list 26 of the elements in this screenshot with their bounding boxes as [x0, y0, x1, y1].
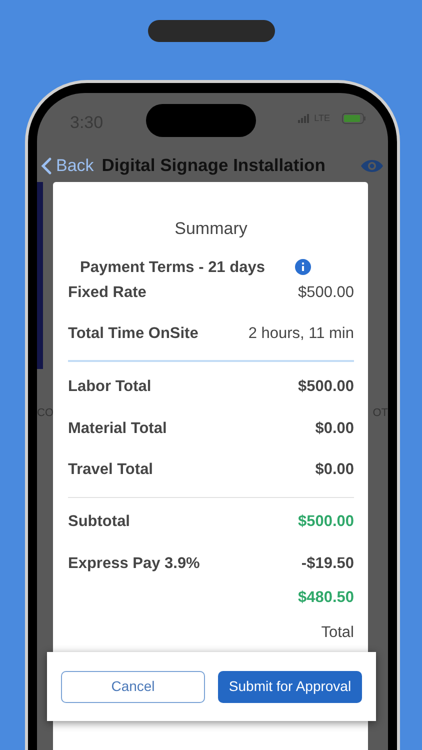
row-label: Express Pay 3.9%: [68, 554, 200, 574]
back-button[interactable]: Back: [41, 152, 94, 178]
chevron-left-icon: [41, 156, 52, 174]
payment-terms: Payment Terms - 21 days: [80, 258, 265, 278]
signal-icon: [298, 114, 310, 124]
screen-title: Digital Signage Installation: [102, 154, 326, 178]
net-label: Total: [321, 622, 354, 643]
row-value: -$19.50: [301, 554, 354, 574]
row-label: Total Time OnSite: [68, 324, 198, 344]
row-label: Labor Total: [68, 377, 152, 398]
net-amount: $480.50: [298, 588, 354, 608]
cancel-button[interactable]: Cancel: [61, 670, 205, 702]
row-value: $0.00: [315, 460, 354, 480]
row-label: Material Total: [68, 418, 167, 438]
row-value: $500.00: [298, 377, 354, 398]
row-value: 2 hours, 11 min: [248, 324, 354, 344]
info-icon[interactable]: [294, 259, 311, 276]
row-value: $0.00: [315, 418, 354, 438]
dialog-title: Summary: [174, 218, 248, 240]
row-label: Travel Total: [68, 460, 153, 480]
row-label: Fixed Rate: [68, 282, 146, 303]
row-value: $500.00: [298, 512, 354, 532]
row-label: Subtotal: [68, 512, 130, 532]
submit-button[interactable]: Submit for Approval: [218, 670, 362, 702]
battery-icon: [342, 113, 366, 124]
row-value: $500.00: [298, 282, 354, 303]
